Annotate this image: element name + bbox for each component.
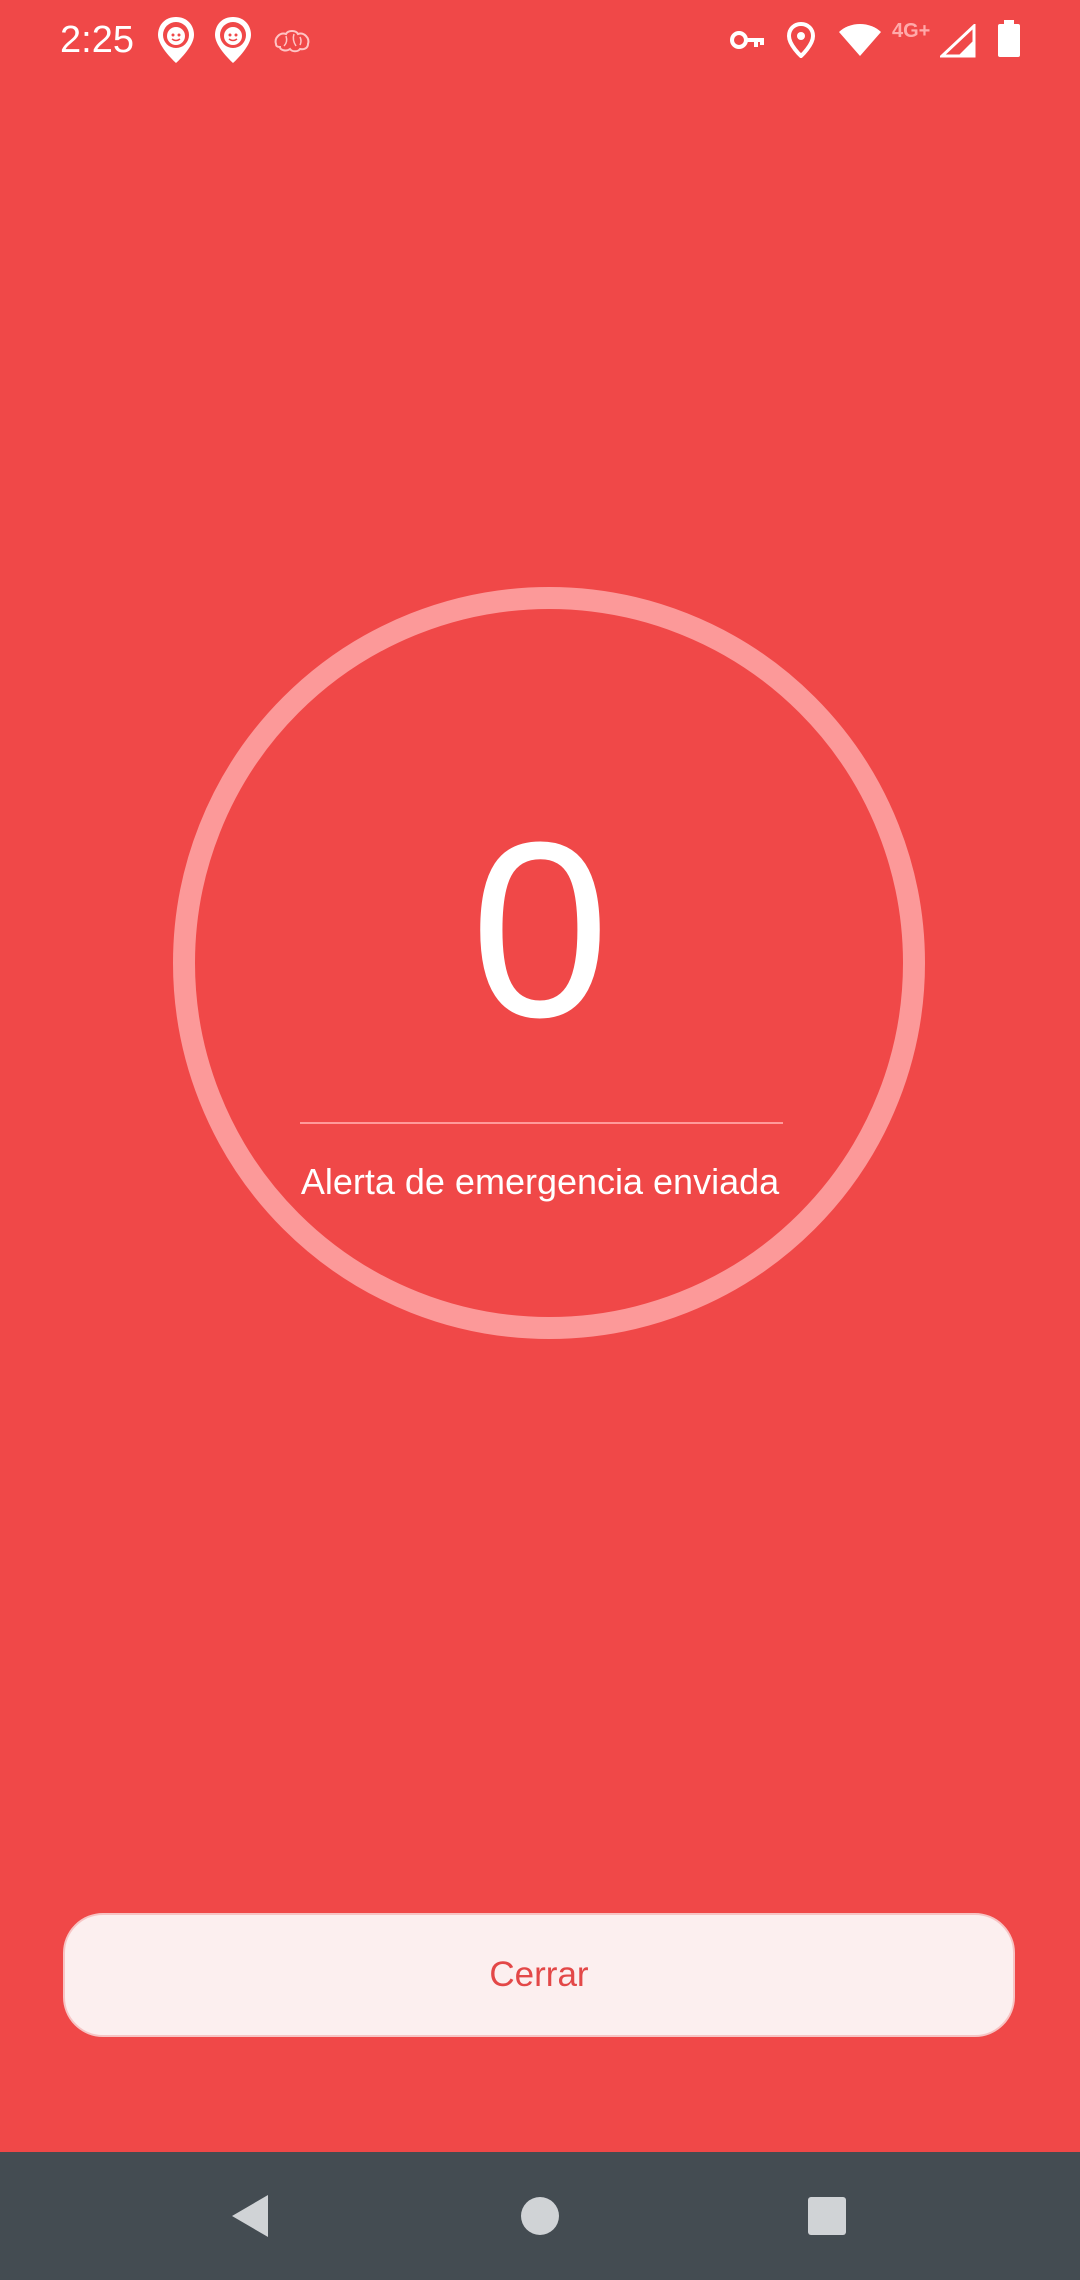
brain-icon	[272, 28, 312, 54]
recents-icon	[807, 2196, 847, 2236]
divider	[300, 1122, 783, 1124]
countdown-number: 0	[470, 790, 610, 1069]
status-bar: 2:25 4G+	[0, 0, 1080, 80]
battery-icon	[997, 20, 1021, 58]
back-button[interactable]	[210, 2176, 290, 2256]
status-time: 2:25	[60, 19, 134, 61]
recents-button[interactable]	[787, 2176, 867, 2256]
cell-signal-icon	[940, 24, 976, 58]
alert-status-message: Alerta de emergencia enviada	[300, 1161, 780, 1202]
home-icon	[520, 2196, 560, 2236]
wifi-icon	[838, 24, 882, 58]
kid-location-pin-icon	[155, 15, 197, 65]
location-pin-icon	[787, 22, 815, 58]
back-icon	[230, 2193, 270, 2239]
kid-location-pin-icon	[212, 15, 254, 65]
close-button-label: Cerrar	[489, 1955, 589, 1994]
close-button[interactable]: Cerrar	[63, 1913, 1015, 2037]
vpn-key-icon	[730, 26, 766, 54]
network-type-label: 4G+	[892, 20, 931, 42]
home-button[interactable]	[500, 2176, 580, 2256]
navigation-bar	[0, 2152, 1080, 2280]
